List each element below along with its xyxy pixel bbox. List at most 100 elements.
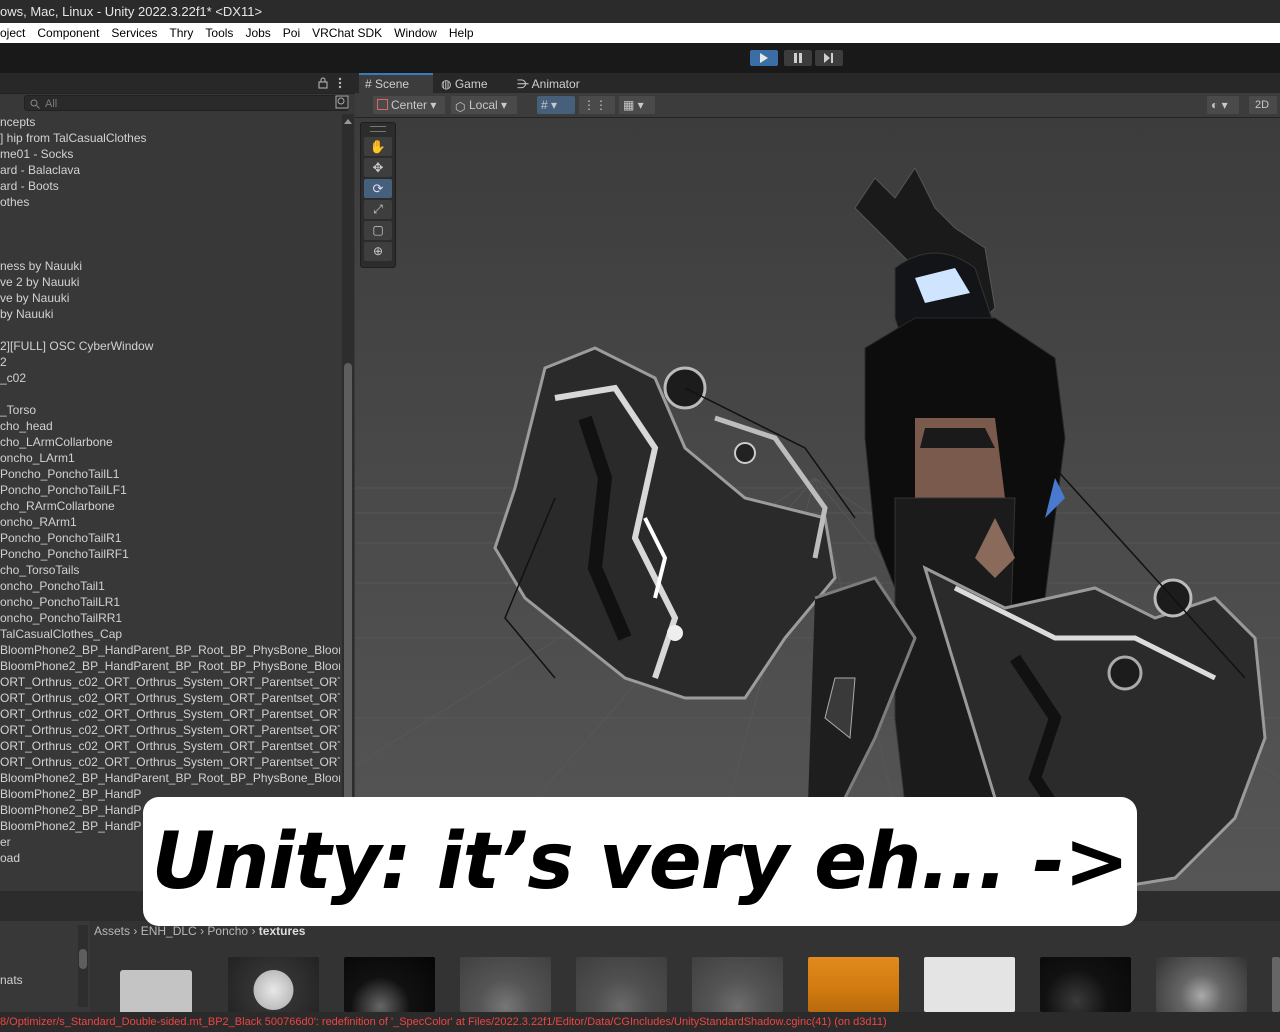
hierarchy-row[interactable]: BloomPhone2_BP_HandParent_BP_Root_BP_Phy…: [0, 642, 340, 658]
hierarchy-row[interactable]: [0, 322, 340, 338]
hierarchy-row[interactable]: othes: [0, 194, 340, 210]
hierarchy-row[interactable]: ORT_Orthrus_c02_ORT_Orthrus_System_ORT_P…: [0, 722, 340, 738]
scene-view-icon[interactable]: [335, 95, 349, 109]
scale-tool-button[interactable]: ⤢: [364, 200, 392, 219]
space-dropdown[interactable]: ⬡ Local ▾: [451, 96, 517, 114]
overlay-menu[interactable]: ◐ ▾: [1207, 96, 1239, 114]
step-button[interactable]: [815, 50, 843, 66]
hierarchy-row[interactable]: [0, 242, 340, 258]
hierarchy-row[interactable]: ard - Boots: [0, 178, 340, 194]
texture-thumbnail[interactable]: [1156, 957, 1247, 1012]
hierarchy-row[interactable]: [0, 386, 340, 402]
palette-grip-icon[interactable]: [370, 126, 386, 132]
menu-component[interactable]: Component: [31, 23, 105, 43]
lock-icon[interactable]: [318, 77, 328, 89]
hierarchy-row[interactable]: cho_RArmCollarbone: [0, 498, 340, 514]
hierarchy-row[interactable]: Poncho_PonchoTailRF1: [0, 546, 340, 562]
menu-project[interactable]: oject: [0, 23, 31, 43]
hierarchy-row[interactable]: cho_LArmCollarbone: [0, 434, 340, 450]
pause-button[interactable]: [784, 50, 812, 66]
breadcrumb-separator-icon: ›: [133, 924, 141, 938]
hierarchy-row[interactable]: BloomPhone2_BP_HandParent_BP_Root_BP_Phy…: [0, 658, 340, 674]
menu-tools[interactable]: Tools: [199, 23, 239, 43]
hierarchy-row[interactable]: Poncho_PonchoTailLF1: [0, 482, 340, 498]
texture-thumbnail[interactable]: [924, 957, 1015, 1012]
menu-thry[interactable]: Thry: [163, 23, 199, 43]
rect-tool-button[interactable]: ▢: [364, 221, 392, 240]
scene-viewport[interactable]: [355, 118, 1280, 891]
hierarchy-row[interactable]: oncho_RArm1: [0, 514, 340, 530]
grid-snap-button[interactable]: # ▾: [537, 96, 575, 114]
breadcrumb-assets[interactable]: Assets: [94, 924, 130, 938]
hierarchy-row[interactable]: [0, 210, 340, 226]
move-tool-button[interactable]: ✥: [364, 158, 392, 177]
hierarchy-row[interactable]: Poncho_PonchoTailL1: [0, 466, 340, 482]
2d-toggle[interactable]: 2D: [1249, 96, 1277, 114]
menu-jobs[interactable]: Jobs: [239, 23, 276, 43]
caption-text: Unity: it’s very eh... ->: [151, 816, 1130, 907]
folder-label[interactable]: nats: [0, 973, 23, 987]
hierarchy-row[interactable]: 2][FULL] OSC CyberWindow: [0, 338, 340, 354]
breadcrumb-enh-dlc[interactable]: ENH_DLC: [141, 924, 197, 938]
more-options-icon[interactable]: [338, 77, 342, 89]
hand-tool-button[interactable]: ✋: [364, 137, 392, 156]
tab-scene[interactable]: # Scene: [359, 73, 433, 93]
transform-tool-button[interactable]: ⊕: [364, 242, 392, 261]
texture-thumbnail[interactable]: [1272, 957, 1280, 1012]
texture-thumbnail[interactable]: [344, 957, 435, 1012]
hierarchy-row[interactable]: ve 2 by Nauuki: [0, 274, 340, 290]
pivot-dropdown[interactable]: Center ▾: [373, 96, 445, 114]
hierarchy-row[interactable]: oncho_PonchoTailLR1: [0, 594, 340, 610]
scene-toolbar: Center ▾ ⬡ Local ▾ # ▾ ⋮⋮ ▾ ▦ ▾ ◐ ▾ 2D: [355, 93, 1280, 130]
hierarchy-row[interactable]: oncho_LArm1: [0, 450, 340, 466]
breadcrumb-poncho[interactable]: Poncho: [207, 924, 248, 938]
hierarchy-row[interactable]: TalCasualClothes_Cap: [0, 626, 340, 642]
hierarchy-row[interactable]: cho_head: [0, 418, 340, 434]
breadcrumb-textures[interactable]: textures: [259, 924, 306, 938]
console-status-bar[interactable]: 8/Optimizer/s_Standard_Double-sided.mt_B…: [0, 1012, 1280, 1032]
hierarchy-row[interactable]: ard - Balaclava: [0, 162, 340, 178]
texture-thumbnail[interactable]: [460, 957, 551, 1012]
hierarchy-row[interactable]: ORT_Orthrus_c02_ORT_Orthrus_System_ORT_P…: [0, 690, 340, 706]
hierarchy-row[interactable]: ness by Nauuki: [0, 258, 340, 274]
hierarchy-row[interactable]: _Torso: [0, 402, 340, 418]
texture-thumbnail[interactable]: [576, 957, 667, 1012]
snap-increment-button[interactable]: ⋮⋮ ▾: [579, 96, 615, 130]
hierarchy-row[interactable]: cho_TorsoTails: [0, 562, 340, 578]
hierarchy-row[interactable]: _c02: [0, 370, 340, 386]
texture-thumbnail[interactable]: [692, 957, 783, 1012]
folder-scrollbar-thumb[interactable]: [79, 949, 87, 969]
hierarchy-row[interactable]: Poncho_PonchoTailR1: [0, 530, 340, 546]
texture-thumbnail[interactable]: [1040, 957, 1131, 1012]
scale-icon: ⤢: [373, 202, 383, 216]
menu-vrchat-sdk[interactable]: VRChat SDK: [306, 23, 388, 43]
hierarchy-row[interactable]: by Nauuki: [0, 306, 340, 322]
menu-services[interactable]: Services: [105, 23, 163, 43]
hierarchy-row[interactable]: ORT_Orthrus_c02_ORT_Orthrus_System_ORT_P…: [0, 706, 340, 722]
hierarchy-row[interactable]: BloomPhone2_BP_HandParent_BP_Root_BP_Phy…: [0, 770, 340, 786]
tab-game[interactable]: ◍ Game: [441, 73, 488, 93]
hierarchy-row[interactable]: [0, 226, 340, 242]
hierarchy-row[interactable]: 2: [0, 354, 340, 370]
hierarchy-row[interactable]: ve by Nauuki: [0, 290, 340, 306]
scroll-up-icon[interactable]: [343, 117, 353, 125]
menu-help[interactable]: Help: [443, 23, 480, 43]
hierarchy-row[interactable]: me01 - Socks: [0, 146, 340, 162]
texture-thumbnail[interactable]: [228, 957, 319, 1012]
texture-thumbnail[interactable]: [808, 957, 899, 1012]
draw-mode-button[interactable]: ▦ ▾: [619, 96, 655, 114]
hierarchy-search-input[interactable]: All: [24, 95, 349, 111]
hierarchy-row[interactable]: ] hip from TalCasualClothes: [0, 130, 340, 146]
play-button[interactable]: [750, 50, 778, 66]
hierarchy-row[interactable]: ORT_Orthrus_c02_ORT_Orthrus_System_ORT_P…: [0, 674, 340, 690]
hierarchy-row[interactable]: oncho_PonchoTail1: [0, 578, 340, 594]
hierarchy-row[interactable]: ORT_Orthrus_c02_ORT_Orthrus_System_ORT_P…: [0, 738, 340, 754]
hierarchy-row[interactable]: ncepts: [0, 114, 340, 130]
rotate-tool-button[interactable]: ⟳: [364, 179, 392, 198]
tab-animator[interactable]: ⋺ Animator: [517, 73, 580, 93]
hierarchy-row[interactable]: oncho_PonchoTailRR1: [0, 610, 340, 626]
menu-window[interactable]: Window: [388, 23, 443, 43]
hierarchy-row[interactable]: ORT_Orthrus_c02_ORT_Orthrus_System_ORT_P…: [0, 754, 340, 770]
folder-icon[interactable]: [120, 970, 192, 1012]
menu-poi[interactable]: Poi: [277, 23, 306, 43]
